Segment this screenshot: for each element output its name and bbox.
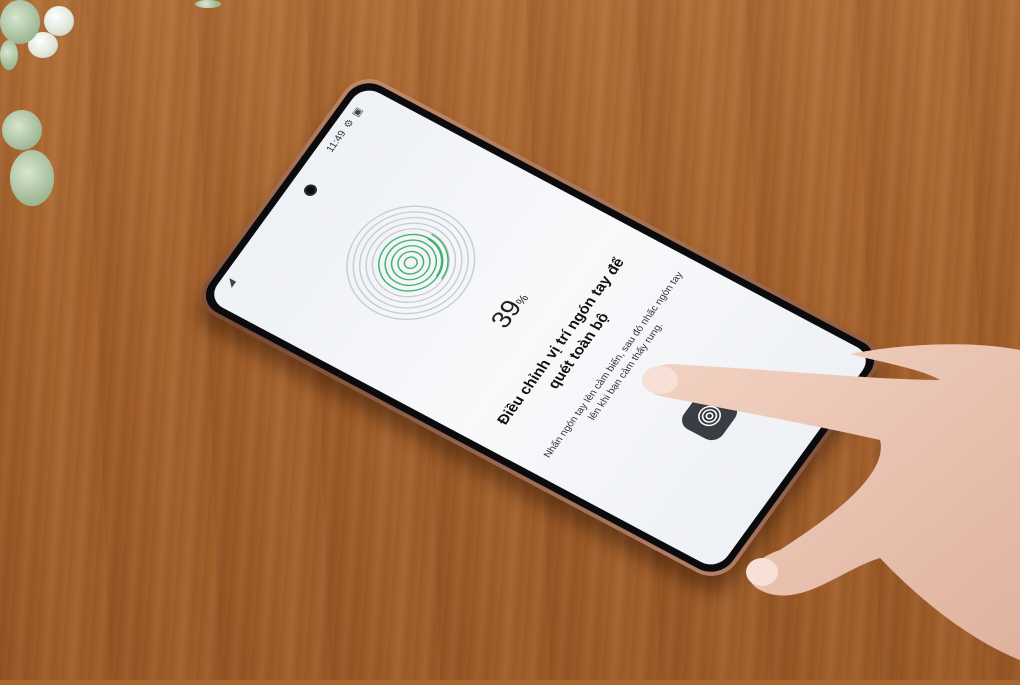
image-icon: ▣ (349, 105, 366, 119)
front-camera (301, 182, 320, 198)
hand (640, 340, 1020, 680)
signal-icon: ◢ (223, 277, 238, 289)
status-time: 11:49 (324, 128, 349, 154)
settings-icon: ⚙ (341, 117, 357, 130)
fingerprint-progress-icon (315, 179, 507, 346)
enrollment-progress: 39% (478, 278, 549, 346)
